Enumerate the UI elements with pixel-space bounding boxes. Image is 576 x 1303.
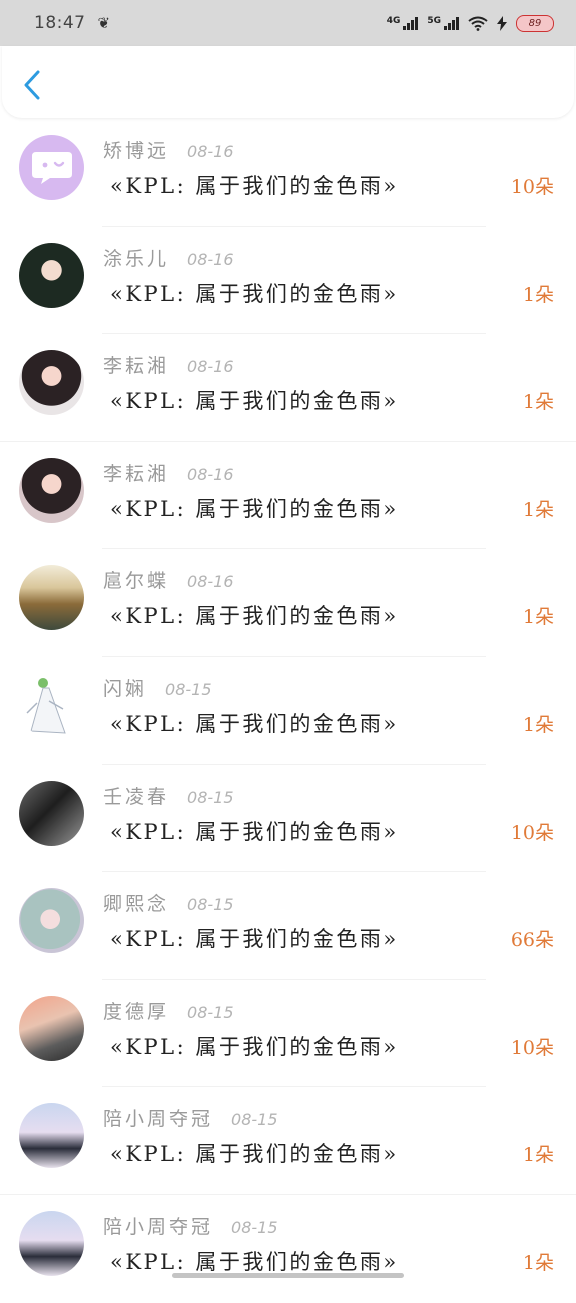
item-date: 08-16 (187, 142, 234, 161)
flower-count: 1朵 (523, 1248, 554, 1275)
item-date: 08-16 (187, 572, 234, 591)
avatar[interactable] (19, 781, 84, 846)
sender-name: 陪小周夺冠 (103, 1104, 213, 1131)
item-meta: 壬凌春 08-15 (103, 782, 234, 809)
avatar[interactable] (19, 458, 84, 523)
notification-icon: ❦ (98, 14, 111, 32)
item-meta: 闪娴 08-15 (103, 674, 212, 701)
avatar-illustration (19, 673, 84, 738)
charging-bolt-icon (497, 16, 507, 31)
sender-name: 扈尔蝶 (103, 566, 169, 593)
status-right-group: 4G 5G 89 (387, 15, 554, 32)
avatar[interactable] (19, 996, 84, 1061)
avatar[interactable] (19, 135, 84, 200)
list-item[interactable]: 涂乐儿 08-16 «KPL: 属于我们的金色雨» 1朵 (0, 227, 576, 335)
network-type-label: 4G (387, 16, 401, 26)
list-item[interactable]: 扈尔蝶 08-16 «KPL: 属于我们的金色雨» 1朵 (0, 549, 576, 657)
list-item[interactable]: 矫博远 08-16 «KPL: 属于我们的金色雨» 10朵 (0, 119, 576, 227)
sender-name: 卿熙念 (103, 889, 169, 916)
sender-name: 度德厚 (103, 997, 169, 1024)
item-meta: 李耘湘 08-16 (103, 459, 234, 486)
flower-count: 1朵 (523, 1140, 554, 1167)
avatar[interactable] (19, 350, 84, 415)
flower-count: 1朵 (523, 602, 554, 629)
work-title: «KPL: 属于我们的金色雨» (110, 170, 399, 200)
item-meta: 卿熙念 08-15 (103, 889, 234, 916)
item-date: 08-16 (187, 465, 234, 484)
list-item[interactable]: 李耘湘 08-16 «KPL: 属于我们的金色雨» 1朵 (0, 334, 576, 442)
work-title: «KPL: 属于我们的金色雨» (110, 1031, 399, 1061)
sender-name: 李耘湘 (103, 351, 169, 378)
work-title: «KPL: 属于我们的金色雨» (110, 278, 399, 308)
avatar[interactable] (19, 673, 84, 738)
list-item[interactable]: 度德厚 08-15 «KPL: 属于我们的金色雨» 10朵 (0, 980, 576, 1088)
sender-name: 李耘湘 (103, 459, 169, 486)
work-title: «KPL: 属于我们的金色雨» (110, 708, 399, 738)
avatar[interactable] (19, 243, 84, 308)
item-date: 08-16 (187, 357, 234, 376)
avatar[interactable] (19, 1103, 84, 1168)
item-meta: 李耘湘 08-16 (103, 351, 234, 378)
flower-count: 1朵 (523, 710, 554, 737)
flower-count: 1朵 (523, 495, 554, 522)
flower-count: 66朵 (511, 925, 554, 952)
wifi-icon (468, 16, 488, 31)
item-date: 08-15 (231, 1218, 278, 1237)
sender-name: 闪娴 (103, 674, 147, 701)
sender-name: 陪小周夺冠 (103, 1212, 213, 1239)
flower-count: 1朵 (523, 387, 554, 414)
work-title: «KPL: 属于我们的金色雨» (110, 923, 399, 953)
list-item[interactable]: 卿熙念 08-15 «KPL: 属于我们的金色雨» 66朵 (0, 872, 576, 980)
cellular-signal-icon: 4G (387, 16, 419, 30)
status-bar: 18:47 ❦ 4G 5G 89 (0, 0, 576, 46)
list-item[interactable]: 陪小周夺冠 08-15 «KPL: 属于我们的金色雨» 1朵 (0, 1087, 576, 1195)
work-title: «KPL: 属于我们的金色雨» (110, 493, 399, 523)
avatar[interactable] (19, 565, 84, 630)
chevron-left-icon (23, 70, 41, 100)
work-title: «KPL: 属于我们的金色雨» (110, 385, 399, 415)
sender-name: 涂乐儿 (103, 244, 169, 271)
list-item[interactable]: 壬凌春 08-15 «KPL: 属于我们的金色雨» 10朵 (0, 765, 576, 873)
flower-count: 10朵 (511, 172, 554, 199)
item-meta: 陪小周夺冠 08-15 (103, 1104, 278, 1131)
flower-count: 1朵 (523, 280, 554, 307)
item-meta: 涂乐儿 08-16 (103, 244, 234, 271)
home-indicator[interactable] (172, 1273, 404, 1278)
chat-bubble-icon (30, 150, 74, 186)
list-item[interactable]: 李耘湘 08-16 «KPL: 属于我们的金色雨» 1朵 (0, 442, 576, 550)
item-meta: 度德厚 08-15 (103, 997, 234, 1024)
item-date: 08-15 (187, 788, 234, 807)
battery-indicator: 89 (516, 15, 554, 32)
item-meta: 扈尔蝶 08-16 (103, 566, 234, 593)
item-date: 08-15 (231, 1110, 278, 1129)
flower-count: 10朵 (511, 818, 554, 845)
item-date: 08-16 (187, 250, 234, 269)
top-app-bar (2, 46, 574, 118)
item-date: 08-15 (187, 1003, 234, 1022)
avatar[interactable] (19, 888, 84, 953)
list-item[interactable]: 陪小周夺冠 08-15 «KPL: 属于我们的金色雨» 1朵 (0, 1195, 576, 1303)
work-title: «KPL: 属于我们的金色雨» (110, 600, 399, 630)
item-date: 08-15 (187, 895, 234, 914)
avatar[interactable] (19, 1211, 84, 1276)
sender-name: 矫博远 (103, 136, 169, 163)
flower-count: 10朵 (511, 1033, 554, 1060)
item-date: 08-15 (165, 680, 212, 699)
gift-record-list: 矫博远 08-16 «KPL: 属于我们的金色雨» 10朵 涂乐儿 08-16 … (0, 119, 576, 1303)
sender-name: 壬凌春 (103, 782, 169, 809)
network-type-label: 5G (427, 16, 441, 26)
work-title: «KPL: 属于我们的金色雨» (110, 816, 399, 846)
cellular-signal-icon: 5G (427, 16, 459, 30)
item-meta: 陪小周夺冠 08-15 (103, 1212, 278, 1239)
work-title: «KPL: 属于我们的金色雨» (110, 1246, 399, 1276)
work-title: «KPL: 属于我们的金色雨» (110, 1138, 399, 1168)
list-item[interactable]: 闪娴 08-15 «KPL: 属于我们的金色雨» 1朵 (0, 657, 576, 765)
status-time: 18:47 (34, 13, 86, 33)
back-button[interactable] (18, 68, 46, 102)
item-meta: 矫博远 08-16 (103, 136, 234, 163)
